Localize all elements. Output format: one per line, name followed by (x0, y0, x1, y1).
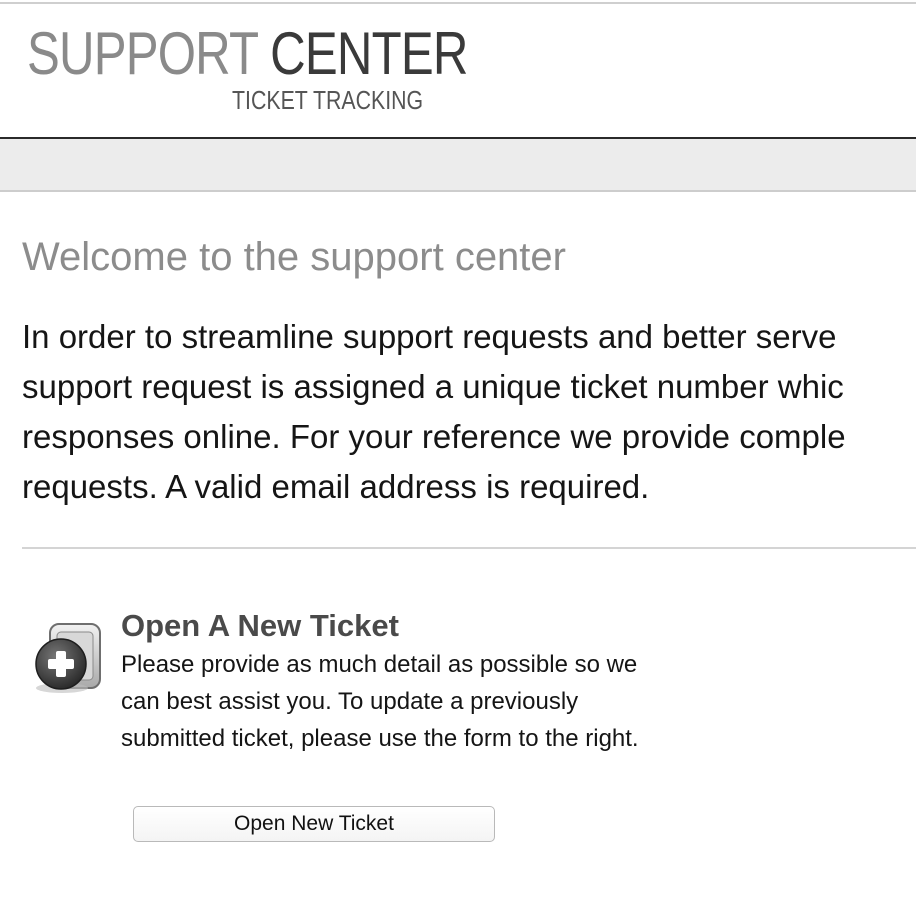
logo-word-support: SUPPORT (27, 20, 258, 87)
open-ticket-description: Please provide as much detail as possibl… (121, 646, 761, 757)
intro-line: responses online. For your reference we … (22, 418, 846, 455)
add-ticket-icon (30, 620, 106, 696)
description-line: submitted ticket, please use the form to… (121, 725, 639, 752)
open-ticket-heading: Open A New Ticket (121, 608, 399, 643)
description-line: can best assist you. To update a previou… (121, 688, 579, 715)
logo-subtitle: TICKET TRACKING (232, 85, 424, 115)
support-center-logo[interactable]: SUPPORT CENTER TICKET TRACKING (27, 22, 468, 122)
navigation-bar (0, 139, 916, 192)
intro-line: support request is assigned a unique tic… (22, 368, 844, 405)
open-new-ticket-button[interactable]: Open New Ticket (133, 806, 495, 842)
intro-paragraph: In order to streamline support requests … (22, 312, 916, 512)
intro-line: requests. A valid email address is requi… (22, 468, 650, 505)
logo-word-center: CENTER (270, 20, 468, 87)
top-border (0, 2, 916, 4)
section-divider (22, 547, 916, 549)
description-line: Please provide as much detail as possibl… (121, 651, 638, 678)
support-center-page: SUPPORT CENTER TICKET TRACKING Welcome t… (0, 0, 916, 908)
welcome-heading: Welcome to the support center (22, 235, 566, 279)
logo-title: SUPPORT CENTER (27, 22, 468, 86)
intro-line: In order to streamline support requests … (22, 318, 837, 355)
